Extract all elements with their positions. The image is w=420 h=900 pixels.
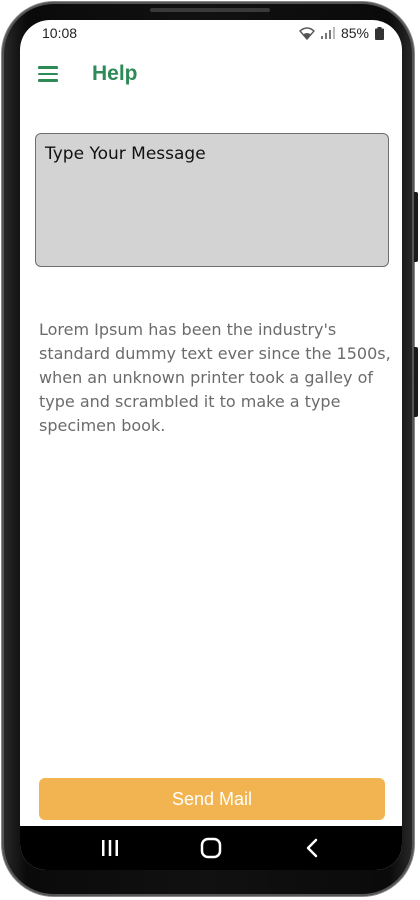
signal-icon	[320, 27, 335, 39]
status-icons: 85%	[298, 25, 384, 41]
status-time: 10:08	[42, 25, 78, 41]
system-nav-bar	[20, 826, 402, 870]
phone-frame: 10:08 85% Help Type Your Message Lorem I…	[2, 2, 418, 896]
hamburger-menu-icon[interactable]	[38, 66, 58, 82]
battery-icon	[375, 26, 384, 40]
back-icon[interactable]	[292, 828, 332, 868]
screen: 10:08 85% Help Type Your Message Lorem I…	[20, 20, 402, 870]
home-icon[interactable]	[191, 828, 231, 868]
speaker-grille	[150, 8, 270, 12]
wifi-icon	[298, 26, 315, 40]
page-title: Help	[92, 62, 138, 85]
send-mail-button[interactable]: Send Mail	[39, 778, 385, 820]
volume-button	[414, 192, 418, 262]
info-text: Lorem Ipsum has been the industry's stan…	[39, 320, 391, 435]
status-bar: 10:08 85%	[20, 20, 402, 46]
message-input[interactable]	[35, 133, 389, 267]
app-bar: Help	[20, 56, 402, 96]
recent-apps-icon[interactable]	[90, 828, 130, 868]
power-button	[414, 347, 418, 417]
battery-percent: 85%	[340, 25, 369, 41]
